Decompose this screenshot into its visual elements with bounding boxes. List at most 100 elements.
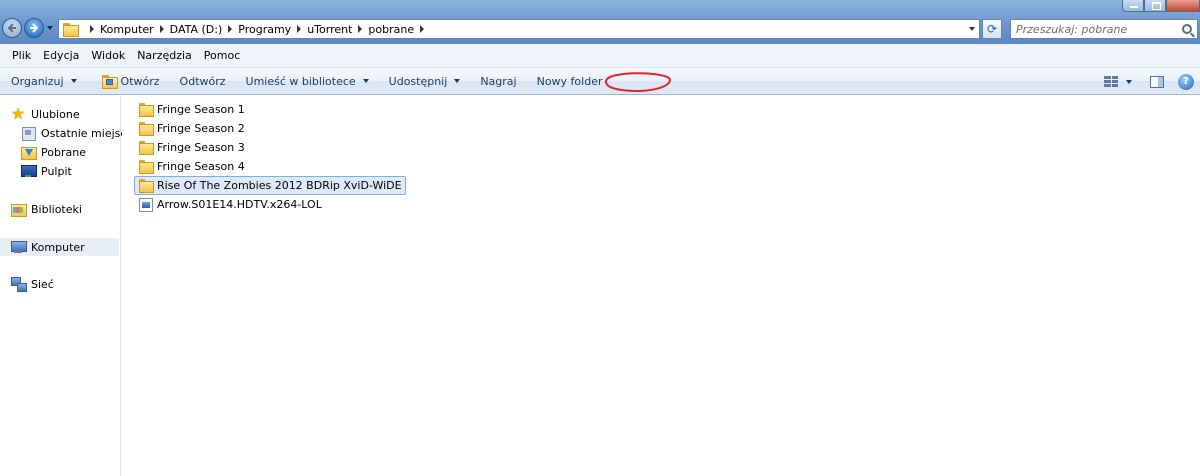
network-icon: [10, 276, 27, 292]
list-item[interactable]: Fringe Season 3: [134, 138, 249, 157]
chevron-down-icon: [454, 79, 461, 83]
menu-view[interactable]: Widok: [85, 49, 131, 62]
list-item[interactable]: Fringe Season 1: [134, 100, 249, 119]
open-label: Otwórz: [120, 74, 160, 88]
nav-item-downloads[interactable]: Pobrane: [20, 143, 86, 161]
file-name: Fringe Season 4: [157, 160, 245, 173]
nav-item-recent-places[interactable]: Ostatnie miejsca: [20, 124, 133, 142]
open-button[interactable]: Otwórz: [94, 68, 167, 95]
recent-places-icon: [20, 125, 36, 141]
nav-item-desktop[interactable]: Pulpit: [20, 162, 72, 180]
nav-item-computer[interactable]: Komputer: [0, 238, 119, 256]
file-name: Arrow.S01E14.HDTV.x264-LOL: [157, 198, 322, 211]
breadcrumb-item-programy[interactable]: Programy: [238, 23, 291, 36]
burn-label: Nagraj: [480, 74, 517, 88]
menu-bar: Plik Edycja Widok Narzędzia Pomoc: [0, 44, 1200, 68]
menu-help[interactable]: Pomoc: [198, 49, 246, 62]
chevron-right-icon[interactable]: [159, 25, 164, 33]
chevron-right-icon[interactable]: [90, 25, 94, 33]
chevron-down-icon: [70, 79, 77, 83]
nav-label: Ulubione: [31, 107, 80, 121]
new-folder-button[interactable]: Nowy folder: [530, 68, 610, 95]
play-button[interactable]: Odtwórz: [173, 68, 233, 95]
change-view-icon[interactable]: [1104, 75, 1118, 88]
downloads-folder-icon: [20, 144, 37, 160]
chevron-down-icon[interactable]: [1126, 79, 1132, 84]
chevron-right-icon[interactable]: [358, 25, 363, 33]
minimize-button[interactable]: [1122, 0, 1144, 12]
menu-tools[interactable]: Narzędzia: [131, 49, 198, 62]
forward-button[interactable]: [24, 18, 44, 38]
refresh-button[interactable]: ⟳: [982, 19, 1002, 39]
share-label: Udostępnij: [388, 74, 448, 88]
menu-file[interactable]: Plik: [6, 49, 37, 62]
breadcrumb-item-utorrent[interactable]: uTorrent: [307, 23, 352, 36]
nav-label: Komputer: [31, 240, 85, 254]
back-button[interactable]: [2, 18, 22, 38]
play-label: Odtwórz: [179, 74, 226, 88]
file-name: Rise Of The Zombies 2012 BDRip XviD-WiDE: [157, 179, 402, 192]
folder-icon: [139, 160, 154, 174]
file-name: Fringe Season 3: [157, 141, 245, 154]
nav-item-libraries[interactable]: Biblioteki: [10, 200, 82, 218]
open-folder-icon: [101, 74, 118, 89]
maximize-button[interactable]: [1144, 0, 1166, 12]
refresh-icon: ⟳: [986, 22, 998, 36]
nav-label: Pobrane: [41, 145, 86, 159]
include-in-library-button[interactable]: Umieść w bibliotece: [239, 68, 376, 95]
file-name: Fringe Season 1: [157, 103, 245, 116]
navigation-pane: ★ Ulubione Ostatnie miejsca Pobrane Pulp…: [0, 96, 133, 476]
folder-icon: [139, 179, 154, 193]
help-icon[interactable]: ?: [1178, 73, 1194, 90]
view-controls: ?: [1104, 68, 1200, 95]
list-item[interactable]: Fringe Season 4: [134, 157, 249, 176]
address-history-dropdown[interactable]: [969, 27, 975, 31]
list-item[interactable]: Fringe Season 2: [134, 119, 249, 138]
close-button[interactable]: [1166, 0, 1200, 12]
star-icon: ★: [10, 104, 26, 123]
address-bar: Komputer DATA (D:) Programy uTorrent pob…: [0, 0, 1200, 44]
arrow-left-icon: [7, 23, 16, 33]
breadcrumb-item-data-drive[interactable]: DATA (D:): [170, 23, 223, 36]
list-item[interactable]: Arrow.S01E14.HDTV.x264-LOL: [134, 195, 326, 214]
menu-edit[interactable]: Edycja: [37, 49, 85, 62]
chevron-down-icon: [362, 79, 369, 83]
file-list: Fringe Season 1 Fringe Season 2 Fringe S…: [122, 96, 1200, 476]
search-input[interactable]: [1016, 22, 1176, 36]
folder-icon: [62, 22, 79, 37]
libraries-icon: [10, 201, 27, 217]
recent-pages-dropdown[interactable]: [47, 26, 53, 30]
new-folder-label: Nowy folder: [536, 74, 603, 88]
chevron-right-icon[interactable]: [228, 25, 233, 33]
preview-pane-icon[interactable]: [1150, 75, 1164, 88]
address-box[interactable]: Komputer DATA (D:) Programy uTorrent pob…: [58, 19, 980, 39]
folder-icon: [139, 103, 154, 117]
nav-label: Pulpit: [41, 164, 72, 178]
search-box[interactable]: [1010, 19, 1198, 39]
video-file-icon: [139, 197, 153, 212]
nav-item-network[interactable]: Sieć: [10, 275, 54, 293]
red-annotation-circle: [605, 72, 671, 93]
file-name: Fringe Season 2: [157, 122, 245, 135]
breadcrumb: Komputer DATA (D:) Programy uTorrent pob…: [84, 23, 430, 36]
chevron-right-icon[interactable]: [420, 25, 425, 33]
organize-button[interactable]: Organizuj: [4, 68, 84, 95]
computer-icon: [10, 239, 27, 255]
nav-label: Biblioteki: [31, 202, 82, 216]
window-controls: [1122, 0, 1200, 12]
nav-label: Sieć: [31, 277, 54, 291]
nav-item-favorites[interactable]: ★ Ulubione: [10, 105, 80, 123]
search-icon[interactable]: [1182, 24, 1192, 34]
breadcrumb-item-pobrane[interactable]: pobrane: [368, 23, 414, 36]
list-item-selected[interactable]: Rise Of The Zombies 2012 BDRip XviD-WiDE: [134, 176, 406, 195]
nav-label: Ostatnie miejsca: [41, 126, 134, 140]
breadcrumb-item-computer[interactable]: Komputer: [100, 23, 154, 36]
folder-icon: [139, 122, 154, 136]
arrow-right-icon: [30, 23, 39, 33]
share-button[interactable]: Udostępnij: [382, 68, 468, 95]
command-bar: Organizuj Otwórz Odtwórz Umieść w biblio…: [0, 68, 1200, 95]
include-library-label: Umieść w bibliotece: [245, 74, 356, 88]
chevron-right-icon[interactable]: [297, 25, 302, 33]
burn-button[interactable]: Nagraj: [473, 68, 523, 95]
desktop-icon: [20, 163, 37, 179]
